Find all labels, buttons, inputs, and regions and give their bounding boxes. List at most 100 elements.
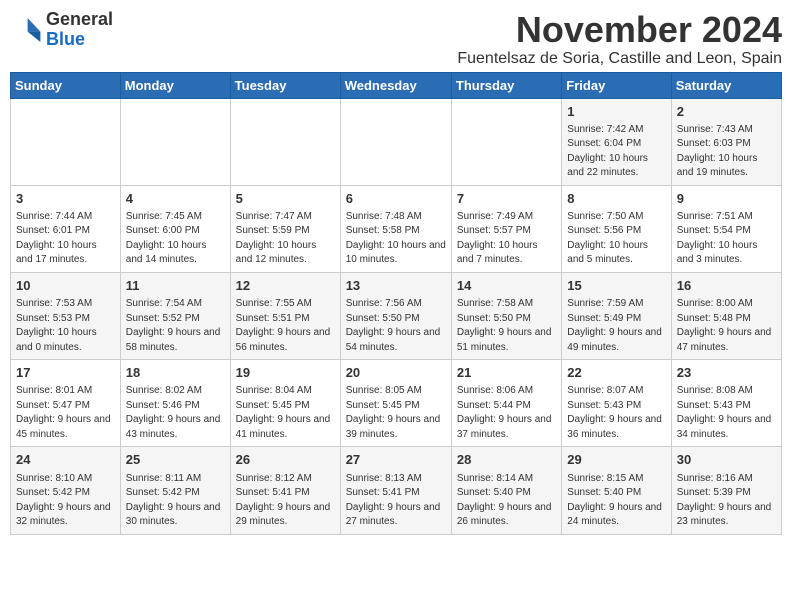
weekday-header: Sunday xyxy=(11,72,121,98)
day-number: 25 xyxy=(126,451,225,469)
month-year-title: November 2024 xyxy=(457,10,782,50)
day-info: Sunrise: 8:07 AM Sunset: 5:43 PM Dayligh… xyxy=(567,384,665,442)
day-info: Sunrise: 7:44 AM Sunset: 6:01 PM Dayligh… xyxy=(16,210,115,268)
day-number: 29 xyxy=(567,451,665,469)
calendar-cell: 30 Sunrise: 8:16 AM Sunset: 5:39 PM Dayli… xyxy=(671,447,781,534)
calendar-cell: 1Sunrise: 7:42 AM Sunset: 6:04 PM Daylig… xyxy=(562,98,671,185)
day-number: 3 xyxy=(16,190,115,208)
logo-text: General Blue xyxy=(46,10,113,50)
calendar-cell: 24 Sunrise: 8:10 AM Sunset: 5:42 PM Dayli… xyxy=(11,447,121,534)
calendar-cell: 13Sunrise: 7:56 AM Sunset: 5:50 PM Dayli… xyxy=(340,272,451,359)
day-info: Sunrise: 7:55 AM Sunset: 5:51 PM Dayligh… xyxy=(236,297,335,355)
day-info: Sunrise: 8:13 AM Sunset: 5:41 PM Dayligh… xyxy=(346,472,446,530)
day-info: Sunrise: 8:02 AM Sunset: 5:46 PM Dayligh… xyxy=(126,384,225,442)
day-number: 19 xyxy=(236,364,335,382)
day-number: 22 xyxy=(567,364,665,382)
day-number: 2 xyxy=(677,103,776,121)
day-number: 4 xyxy=(126,190,225,208)
calendar-cell: 5Sunrise: 7:47 AM Sunset: 5:59 PM Daylig… xyxy=(230,185,340,272)
day-number: 23 xyxy=(677,364,776,382)
day-info: Sunrise: 7:45 AM Sunset: 6:00 PM Dayligh… xyxy=(126,210,225,268)
day-number: 26 xyxy=(236,451,335,469)
weekday-header: Monday xyxy=(120,72,230,98)
calendar-cell: 3 Sunrise: 7:44 AM Sunset: 6:01 PM Daylig… xyxy=(11,185,121,272)
day-number: 8 xyxy=(567,190,665,208)
day-number: 28 xyxy=(457,451,556,469)
calendar-cell xyxy=(340,98,451,185)
day-info: Sunrise: 8:10 AM Sunset: 5:42 PM Dayligh… xyxy=(16,472,115,530)
calendar-cell: 28 Sunrise: 8:14 AM Sunset: 5:40 PM Dayli… xyxy=(451,447,561,534)
title-area: November 2024 Fuentelsaz de Soria, Casti… xyxy=(457,10,782,68)
day-info: Sunrise: 8:00 AM Sunset: 5:48 PM Dayligh… xyxy=(677,297,776,355)
calendar-cell: 21 Sunrise: 8:06 AM Sunset: 5:44 PM Dayli… xyxy=(451,360,561,447)
day-info: Sunrise: 7:56 AM Sunset: 5:50 PM Dayligh… xyxy=(346,297,446,355)
calendar-cell: 8 Sunrise: 7:50 AM Sunset: 5:56 PM Daylig… xyxy=(562,185,671,272)
day-info: Sunrise: 8:04 AM Sunset: 5:45 PM Dayligh… xyxy=(236,384,335,442)
weekday-header: Wednesday xyxy=(340,72,451,98)
day-number: 14 xyxy=(457,277,556,295)
page-header: General Blue November 2024 Fuentelsaz de… xyxy=(10,10,782,68)
day-number: 17 xyxy=(16,364,115,382)
day-number: 24 xyxy=(16,451,115,469)
day-info: Sunrise: 8:06 AM Sunset: 5:44 PM Dayligh… xyxy=(457,384,556,442)
day-number: 6 xyxy=(346,190,446,208)
day-info: Sunrise: 8:14 AM Sunset: 5:40 PM Dayligh… xyxy=(457,472,556,530)
day-info: Sunrise: 8:05 AM Sunset: 5:45 PM Dayligh… xyxy=(346,384,446,442)
calendar-cell: 4 Sunrise: 7:45 AM Sunset: 6:00 PM Daylig… xyxy=(120,185,230,272)
calendar-cell: 17 Sunrise: 8:01 AM Sunset: 5:47 PM Dayli… xyxy=(11,360,121,447)
calendar-week-row: 1Sunrise: 7:42 AM Sunset: 6:04 PM Daylig… xyxy=(11,98,782,185)
day-info: Sunrise: 7:48 AM Sunset: 5:58 PM Dayligh… xyxy=(346,210,446,268)
day-number: 7 xyxy=(457,190,556,208)
calendar-cell: 15 Sunrise: 7:59 AM Sunset: 5:49 PM Dayli… xyxy=(562,272,671,359)
day-info: Sunrise: 7:54 AM Sunset: 5:52 PM Dayligh… xyxy=(126,297,225,355)
day-info: Sunrise: 7:47 AM Sunset: 5:59 PM Dayligh… xyxy=(236,210,335,268)
day-info: Sunrise: 8:16 AM Sunset: 5:39 PM Dayligh… xyxy=(677,472,776,530)
calendar-cell: 16 Sunrise: 8:00 AM Sunset: 5:48 PM Dayli… xyxy=(671,272,781,359)
calendar-week-row: 17 Sunrise: 8:01 AM Sunset: 5:47 PM Dayli… xyxy=(11,360,782,447)
location-subtitle: Fuentelsaz de Soria, Castille and Leon, … xyxy=(457,50,782,68)
day-number: 9 xyxy=(677,190,776,208)
day-info: Sunrise: 7:53 AM Sunset: 5:53 PM Dayligh… xyxy=(16,297,115,355)
calendar-week-row: 10 Sunrise: 7:53 AM Sunset: 5:53 PM Dayli… xyxy=(11,272,782,359)
calendar-cell: 10 Sunrise: 7:53 AM Sunset: 5:53 PM Dayli… xyxy=(11,272,121,359)
weekday-header: Tuesday xyxy=(230,72,340,98)
day-number: 12 xyxy=(236,277,335,295)
day-info: Sunrise: 7:50 AM Sunset: 5:56 PM Dayligh… xyxy=(567,210,665,268)
calendar-cell: 7Sunrise: 7:49 AM Sunset: 5:57 PM Daylig… xyxy=(451,185,561,272)
calendar-cell: 11 Sunrise: 7:54 AM Sunset: 5:52 PM Dayli… xyxy=(120,272,230,359)
day-info: Sunrise: 7:51 AM Sunset: 5:54 PM Dayligh… xyxy=(677,210,776,268)
day-number: 20 xyxy=(346,364,446,382)
day-info: Sunrise: 7:43 AM Sunset: 6:03 PM Dayligh… xyxy=(677,123,776,181)
weekday-header: Friday xyxy=(562,72,671,98)
calendar-cell: 25Sunrise: 8:11 AM Sunset: 5:42 PM Dayli… xyxy=(120,447,230,534)
day-info: Sunrise: 8:01 AM Sunset: 5:47 PM Dayligh… xyxy=(16,384,115,442)
calendar-cell: 9 Sunrise: 7:51 AM Sunset: 5:54 PM Daylig… xyxy=(671,185,781,272)
calendar-cell: 19 Sunrise: 8:04 AM Sunset: 5:45 PM Dayli… xyxy=(230,360,340,447)
calendar-cell: 29 Sunrise: 8:15 AM Sunset: 5:40 PM Dayli… xyxy=(562,447,671,534)
calendar-cell: 14 Sunrise: 7:58 AM Sunset: 5:50 PM Dayli… xyxy=(451,272,561,359)
day-number: 30 xyxy=(677,451,776,469)
calendar-cell: 2 Sunrise: 7:43 AM Sunset: 6:03 PM Daylig… xyxy=(671,98,781,185)
logo-icon xyxy=(10,14,42,46)
calendar-week-row: 3 Sunrise: 7:44 AM Sunset: 6:01 PM Daylig… xyxy=(11,185,782,272)
weekday-header-row: SundayMondayTuesdayWednesdayThursdayFrid… xyxy=(11,72,782,98)
calendar-cell: 22 Sunrise: 8:07 AM Sunset: 5:43 PM Dayli… xyxy=(562,360,671,447)
day-info: Sunrise: 7:58 AM Sunset: 5:50 PM Dayligh… xyxy=(457,297,556,355)
day-number: 16 xyxy=(677,277,776,295)
weekday-header: Saturday xyxy=(671,72,781,98)
calendar-cell: 20 Sunrise: 8:05 AM Sunset: 5:45 PM Dayli… xyxy=(340,360,451,447)
calendar-cell: 26 Sunrise: 8:12 AM Sunset: 5:41 PM Dayli… xyxy=(230,447,340,534)
weekday-header: Thursday xyxy=(451,72,561,98)
calendar-cell xyxy=(451,98,561,185)
day-number: 10 xyxy=(16,277,115,295)
logo: General Blue xyxy=(10,10,113,50)
day-number: 21 xyxy=(457,364,556,382)
day-info: Sunrise: 8:15 AM Sunset: 5:40 PM Dayligh… xyxy=(567,472,665,530)
calendar-cell xyxy=(11,98,121,185)
day-info: Sunrise: 7:59 AM Sunset: 5:49 PM Dayligh… xyxy=(567,297,665,355)
day-info: Sunrise: 8:12 AM Sunset: 5:41 PM Dayligh… xyxy=(236,472,335,530)
calendar-week-row: 24 Sunrise: 8:10 AM Sunset: 5:42 PM Dayli… xyxy=(11,447,782,534)
day-number: 11 xyxy=(126,277,225,295)
calendar-cell: 23Sunrise: 8:08 AM Sunset: 5:43 PM Dayli… xyxy=(671,360,781,447)
day-number: 15 xyxy=(567,277,665,295)
